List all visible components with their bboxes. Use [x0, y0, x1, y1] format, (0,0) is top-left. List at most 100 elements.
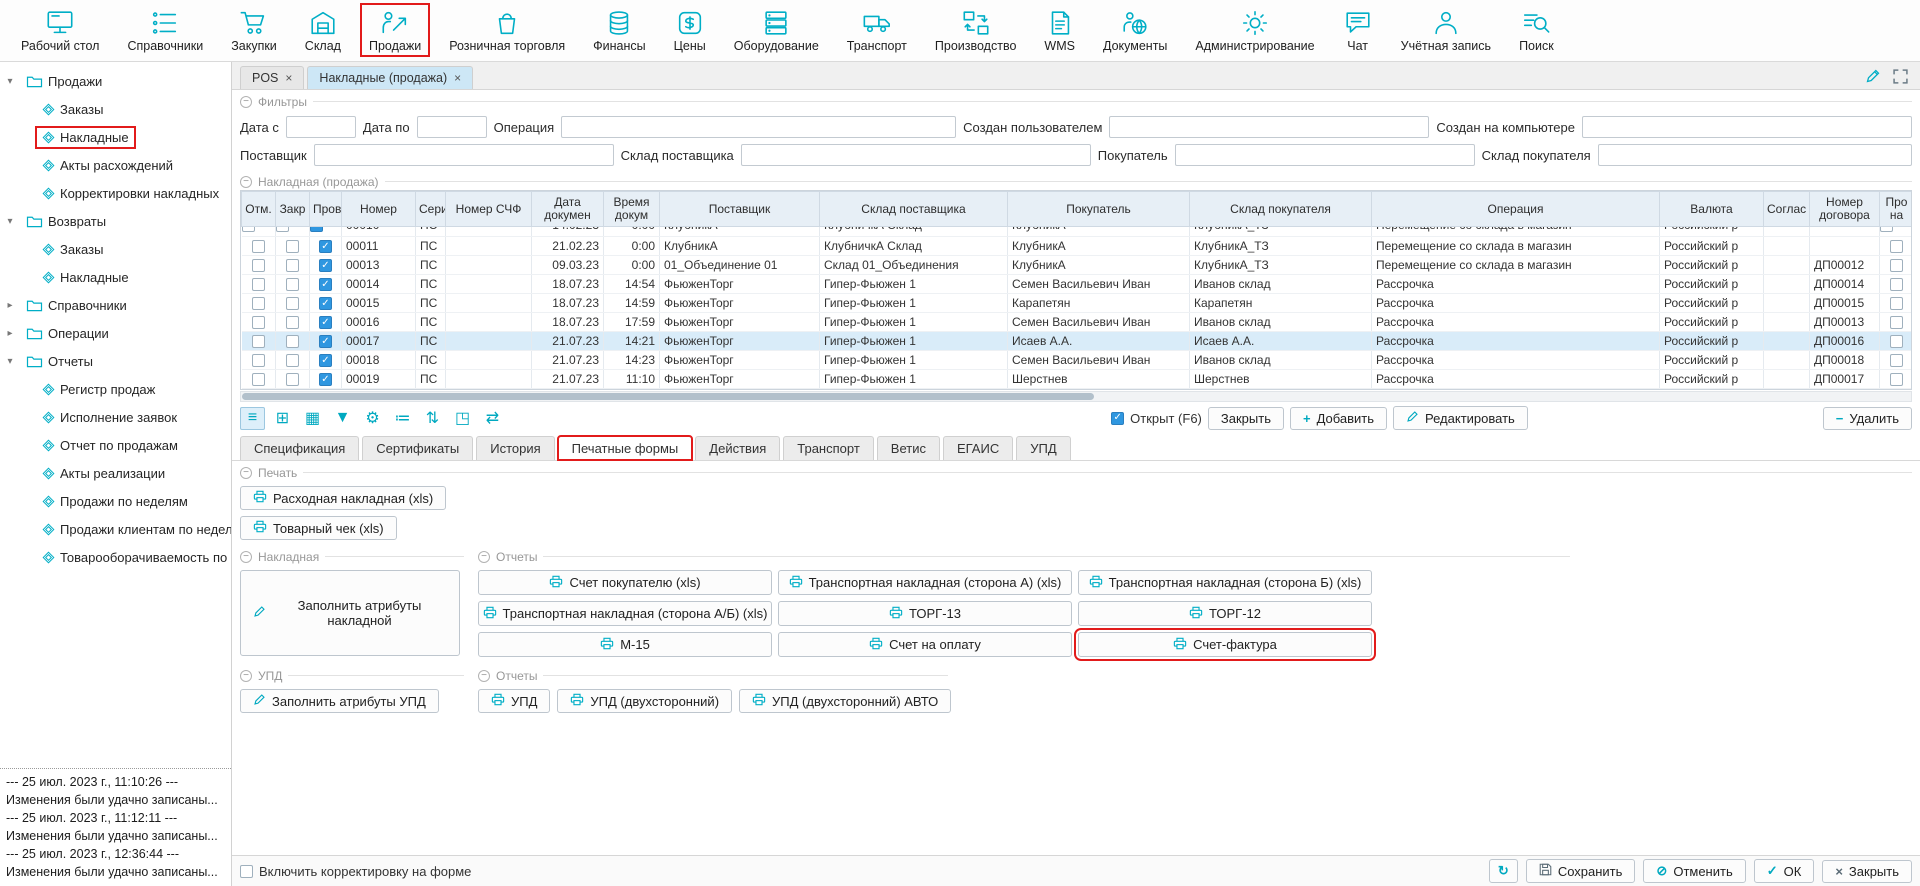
- filter-supplier-input[interactable]: [314, 144, 614, 166]
- column-header[interactable]: Валюта: [1660, 192, 1764, 227]
- sidebar-folder-catalogs[interactable]: ▸Справочники: [2, 291, 231, 319]
- collapse-icon[interactable]: −: [240, 670, 252, 682]
- torg-13-button[interactable]: ТОРГ-13: [778, 601, 1072, 626]
- row-checkbox[interactable]: [286, 354, 299, 367]
- cancel-button[interactable]: ⊘ Отменить: [1643, 859, 1745, 883]
- row-checkbox[interactable]: [286, 259, 299, 272]
- sidebar-item-weekly-client-sales[interactable]: Продажи клиентам по неделям: [2, 515, 231, 543]
- topbar-item-sales[interactable]: Продажи: [360, 3, 430, 57]
- row-checkbox[interactable]: ✓: [319, 354, 332, 367]
- row-checkbox[interactable]: [252, 373, 265, 386]
- sync-icon[interactable]: ⇄: [480, 407, 505, 430]
- fill-invoice-attributes-button[interactable]: Заполнить атрибуты накладной: [240, 570, 460, 656]
- collapse-icon[interactable]: −: [240, 551, 252, 563]
- row-checkbox[interactable]: ✓: [310, 227, 323, 233]
- sidebar-folder-reports[interactable]: ▾Отчеты: [2, 347, 231, 375]
- save-button[interactable]: Сохранить: [1526, 859, 1636, 883]
- row-checkbox[interactable]: [1890, 316, 1903, 329]
- detail-tab-upd[interactable]: УПД: [1016, 436, 1070, 460]
- filter-supplier-warehouse-input[interactable]: [741, 144, 1091, 166]
- topbar-item-finance[interactable]: Финансы: [584, 3, 654, 57]
- fill-upd-attributes-button[interactable]: Заполнить атрибуты УПД: [240, 689, 439, 713]
- sidebar-item-order-fulfillment[interactable]: Исполнение заявок: [2, 403, 231, 431]
- invoice-row[interactable]: ✓00010ПС14.02.230:00КлубникАКлубничкА Ск…: [242, 227, 1913, 237]
- column-header[interactable]: Поставщик: [660, 192, 820, 227]
- enable-correction-checkbox[interactable]: Включить корректировку на форме: [240, 864, 471, 879]
- table-view-icon[interactable]: ⊞: [270, 407, 295, 430]
- close-tab-icon[interactable]: ×: [285, 71, 292, 85]
- row-checkbox[interactable]: [1890, 335, 1903, 348]
- sidebar-item-invoice-corrections[interactable]: Корректировки накладных: [2, 179, 231, 207]
- detail-tab-egais[interactable]: ЕГАИС: [943, 436, 1013, 460]
- row-checkbox[interactable]: [1890, 354, 1903, 367]
- row-checkbox[interactable]: [252, 240, 265, 253]
- topbar-item-production[interactable]: Производство: [926, 3, 1026, 57]
- column-header[interactable]: Сери: [416, 192, 446, 227]
- filter-operation-input[interactable]: [561, 116, 956, 138]
- expander-icon[interactable]: ▾: [4, 356, 16, 367]
- column-header[interactable]: Склад покупателя: [1190, 192, 1372, 227]
- invoice-for-payment-button[interactable]: Счет на оплату: [778, 632, 1072, 657]
- row-checkbox[interactable]: ✓: [319, 335, 332, 348]
- invoice-row[interactable]: ✓00016ПС18.07.2317:59ФьюженТоргГипер-Фью…: [242, 313, 1913, 332]
- filter-icon[interactable]: ▼: [330, 407, 355, 430]
- checkbox-icon[interactable]: [240, 865, 253, 878]
- filter-date-to-input[interactable]: [417, 116, 487, 138]
- expander-icon[interactable]: ▸: [4, 300, 16, 311]
- row-checkbox[interactable]: [286, 373, 299, 386]
- row-checkbox[interactable]: [1890, 259, 1903, 272]
- column-header[interactable]: Пров: [310, 192, 342, 227]
- row-checkbox[interactable]: ✓: [319, 240, 332, 253]
- row-checkbox[interactable]: [242, 227, 255, 233]
- filter-date-from-input[interactable]: [286, 116, 356, 138]
- row-checkbox[interactable]: [286, 240, 299, 253]
- topbar-item-equipment[interactable]: Оборудование: [725, 3, 828, 57]
- column-header[interactable]: Закр: [276, 192, 310, 227]
- detail-tab-vetis[interactable]: Ветис: [877, 436, 940, 460]
- sidebar-item-discrepancy-acts[interactable]: Акты расхождений: [2, 151, 231, 179]
- m-15-button[interactable]: М-15: [478, 632, 772, 657]
- upd-button[interactable]: УПД: [478, 689, 550, 713]
- detail-tab-specification[interactable]: Спецификация: [240, 436, 359, 460]
- delete-button[interactable]: − Удалить: [1823, 407, 1912, 430]
- filter-buyer-input[interactable]: [1175, 144, 1475, 166]
- close-tab-icon[interactable]: ×: [454, 71, 461, 85]
- sidebar-item-invoices[interactable]: Накладные: [2, 123, 231, 151]
- sidebar-item-return-invoices[interactable]: Накладные: [2, 263, 231, 291]
- row-checkbox[interactable]: ✓: [319, 316, 332, 329]
- detail-tab-certificates[interactable]: Сертификаты: [362, 436, 473, 460]
- column-header[interactable]: Время докум: [604, 192, 660, 227]
- invoice-row[interactable]: ✓00017ПС21.07.2314:21ФьюженТоргГипер-Фью…: [242, 332, 1913, 351]
- numbered-list-icon[interactable]: ≔: [390, 407, 415, 430]
- column-header[interactable]: Отм.: [242, 192, 276, 227]
- close-document-button[interactable]: Закрыть: [1208, 407, 1284, 430]
- row-checkbox[interactable]: ✓: [319, 259, 332, 272]
- filter-buyer-warehouse-input[interactable]: [1598, 144, 1912, 166]
- sidebar-folder-sales[interactable]: ▾Продажи: [2, 67, 231, 95]
- row-checkbox[interactable]: [252, 354, 265, 367]
- ok-button[interactable]: ✓ ОК: [1754, 859, 1815, 883]
- torg-12-button[interactable]: ТОРГ-12: [1078, 601, 1372, 626]
- detail-tab-transport[interactable]: Транспорт: [783, 436, 874, 460]
- row-checkbox[interactable]: ✓: [319, 373, 332, 386]
- detail-tab-print-forms[interactable]: Печатные формы: [558, 436, 693, 460]
- column-header[interactable]: Номер: [342, 192, 416, 227]
- topbar-item-wms[interactable]: WMS: [1035, 3, 1084, 57]
- transport-waybill-b-xls-button[interactable]: Транспортная накладная (сторона Б) (xls): [1078, 570, 1372, 595]
- invoice-row[interactable]: ✓00019ПС21.07.2311:10ФьюженТоргГипер-Фью…: [242, 370, 1913, 389]
- column-header[interactable]: Дата докумен: [532, 192, 604, 227]
- row-checkbox[interactable]: [1880, 227, 1893, 233]
- sidebar-item-sales-register[interactable]: Регистр продаж: [2, 375, 231, 403]
- row-checkbox[interactable]: [252, 316, 265, 329]
- sales-receipt-xls-button[interactable]: Товарный чек (xls): [240, 516, 397, 540]
- refresh-button[interactable]: ↻: [1489, 859, 1518, 883]
- collapse-icon[interactable]: −: [240, 176, 252, 188]
- row-checkbox[interactable]: [1890, 373, 1903, 386]
- tab-invoices-sale[interactable]: Накладные (продажа)×: [307, 66, 473, 89]
- detail-tab-history[interactable]: История: [476, 436, 554, 460]
- column-header[interactable]: Склад поставщика: [820, 192, 1008, 227]
- column-header[interactable]: Номер договора: [1810, 192, 1880, 227]
- column-header[interactable]: Операция: [1372, 192, 1660, 227]
- sidebar-item-turnover[interactable]: Товарооборачиваемость по пос: [2, 543, 231, 571]
- expand-icon[interactable]: [1888, 65, 1912, 87]
